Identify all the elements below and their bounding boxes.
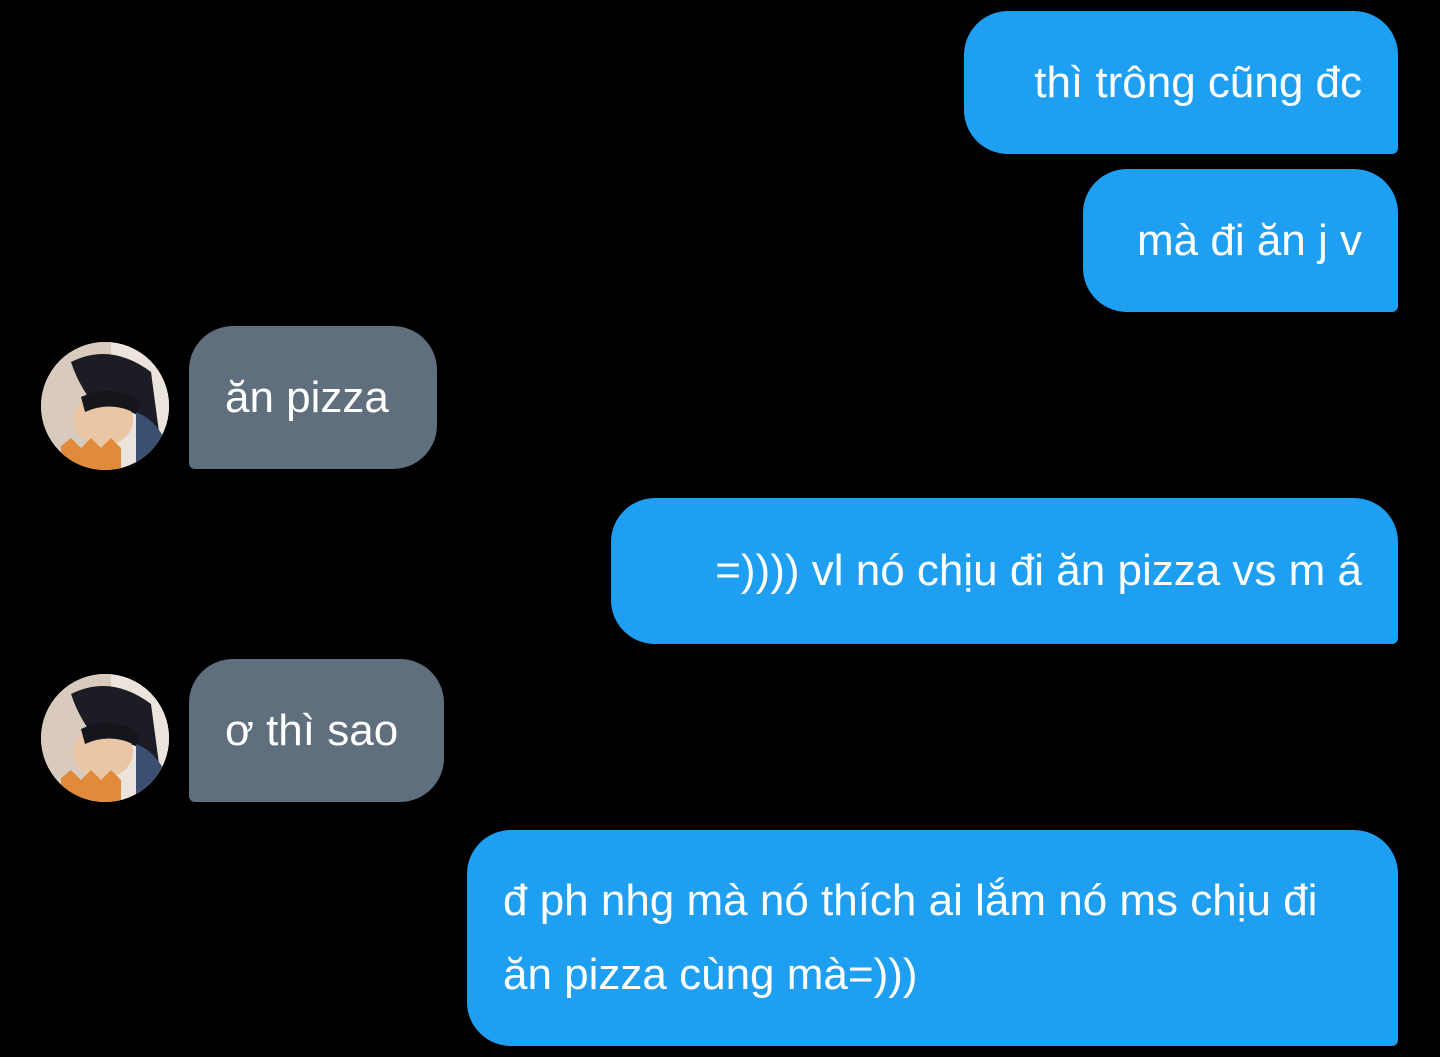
message-text: ăn pizza [225, 372, 389, 422]
contact-avatar[interactable] [41, 674, 169, 802]
chat-thread: thì trông cũng đc mà đi ăn j v ăn pizza … [0, 0, 1440, 1057]
message-bubble-outgoing[interactable]: đ ph nhg mà nó thích ai lắm nó ms chịu đ… [467, 830, 1398, 1046]
message-bubble-outgoing[interactable]: mà đi ăn j v [1083, 169, 1398, 312]
message-text: thì trông cũng đc [1034, 57, 1362, 107]
avatar-photo-icon [41, 342, 169, 470]
message-bubble-incoming[interactable]: ăn pizza [189, 326, 437, 469]
message-text: ơ thì sao [225, 705, 399, 755]
message-text: đ ph nhg mà nó thích ai lắm nó ms chịu đ… [503, 876, 1318, 999]
message-text: =)))) vl nó chịu đi ăn pizza vs m á [715, 546, 1362, 595]
message-bubble-outgoing[interactable]: =)))) vl nó chịu đi ăn pizza vs m á [611, 498, 1398, 644]
contact-avatar[interactable] [41, 342, 169, 470]
message-bubble-incoming[interactable]: ơ thì sao [189, 659, 444, 802]
message-text: mà đi ăn j v [1137, 215, 1362, 265]
avatar-photo-icon [41, 674, 169, 802]
message-bubble-outgoing[interactable]: thì trông cũng đc [964, 11, 1398, 154]
